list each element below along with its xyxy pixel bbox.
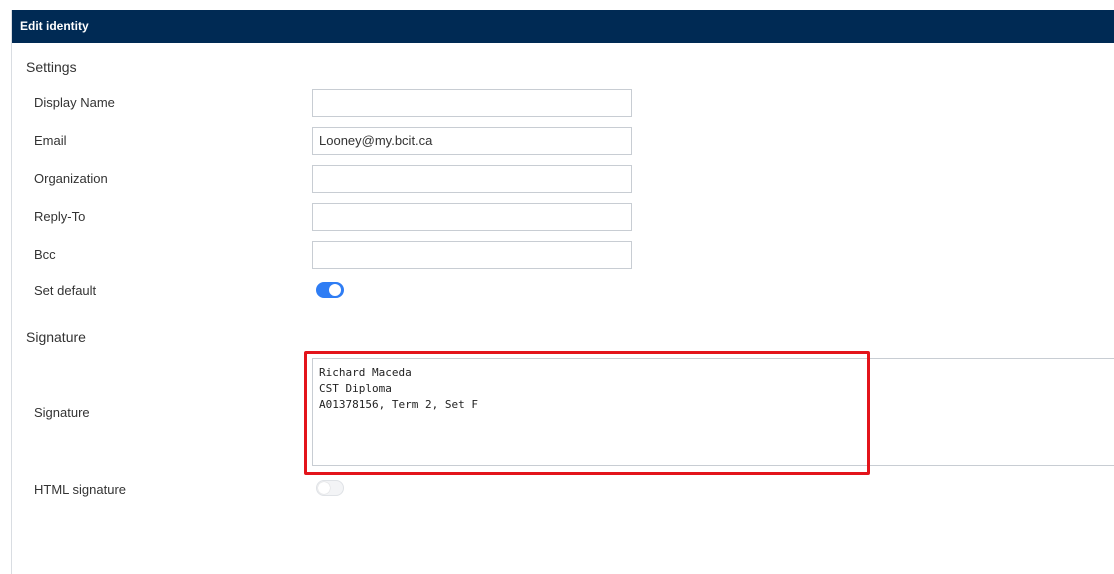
signature-line-student-id: A01378156, Term 2, Set F — [319, 398, 478, 411]
signature-textarea[interactable]: Richard Maceda CST Diploma A01378156, Te… — [312, 358, 1114, 466]
display-name-label: Display Name — [34, 95, 115, 110]
bcc-input[interactable] — [312, 241, 632, 269]
toggle-knob — [318, 482, 330, 494]
organization-input[interactable] — [312, 165, 632, 193]
settings-section-title: Settings — [26, 59, 77, 75]
signature-section-title: Signature — [26, 329, 86, 345]
reply-to-label: Reply-To — [34, 209, 86, 224]
organization-label: Organization — [34, 171, 108, 186]
edit-identity-panel: Edit identity Settings Display Name Emai… — [11, 10, 1114, 574]
set-default-toggle[interactable] — [316, 282, 344, 298]
html-signature-toggle[interactable] — [316, 480, 344, 496]
toggle-knob — [329, 284, 341, 296]
dialog-title: Edit identity — [12, 10, 1114, 43]
set-default-label: Set default — [34, 283, 97, 298]
bcc-label: Bcc — [34, 247, 56, 262]
display-name-input[interactable] — [312, 89, 632, 117]
email-input[interactable]: Looney@my.bcit.ca — [312, 127, 632, 155]
signature-label: Signature — [34, 405, 90, 420]
html-signature-label: HTML signature — [34, 482, 126, 497]
reply-to-input[interactable] — [312, 203, 632, 231]
signature-line-name: Richard Maceda — [319, 366, 412, 379]
signature-line-program: CST Diploma — [319, 382, 392, 395]
email-label: Email — [34, 133, 67, 148]
